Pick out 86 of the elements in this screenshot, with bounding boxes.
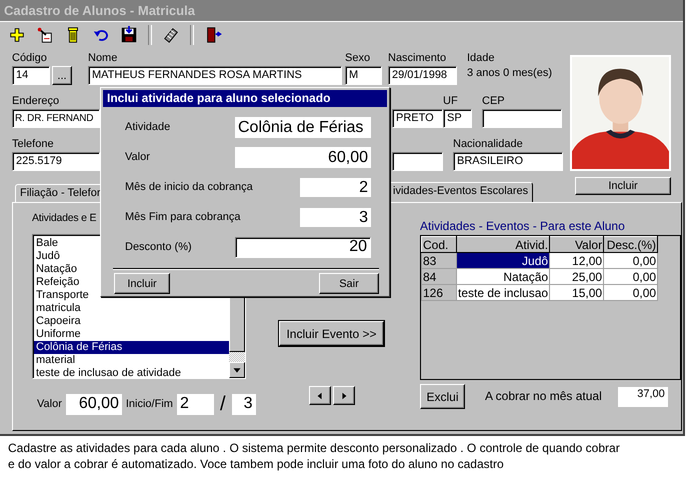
input-field[interactable] [482, 109, 562, 128]
field-label: Desconto (%) [125, 241, 192, 253]
table-cell: 83 [422, 252, 456, 268]
field-label: Atividade [125, 121, 170, 133]
caption-text: Cadastre as atividades para cada aluno . O sistema permite desconto personalizado . O controle de quando cobrar e do valor a cobrar é automatizado. Voce tambem pode incluir uma foto do aluno no cadastro [8, 440, 621, 472]
field-label: Telefone [12, 137, 55, 152]
add-icon[interactable] [8, 26, 26, 44]
input-field[interactable]: MATHEUS FERNANDES ROSA MARTINS [88, 66, 342, 85]
field-label: Idade [467, 51, 496, 66]
list-label: Atividades e E [32, 211, 96, 226]
table-cell: 25,00 [550, 268, 604, 284]
input-field[interactable]: 14 [12, 66, 50, 85]
input-field[interactable]: 2 [300, 178, 371, 196]
total-field: 37,00 [618, 386, 668, 406]
field-label: Sexo [345, 51, 372, 66]
table-cell: 15,00 [550, 284, 604, 300]
input-field[interactable]: 3 [300, 208, 371, 226]
lookup-button[interactable]: ... [52, 66, 72, 85]
field-label: Mês Fim para cobrança [125, 211, 241, 223]
column-header[interactable]: Ativid. [456, 236, 550, 252]
grid-row[interactable]: 126 teste de inclusao 15,00 0,00 [422, 284, 658, 300]
input-field[interactable]: 60,00 [66, 394, 122, 415]
field-label: Inicio/Fim [126, 397, 173, 412]
list-item[interactable]: matricula [34, 302, 229, 315]
table-cell: 84 [422, 268, 456, 284]
input-field[interactable]: 2 [176, 394, 214, 415]
table-cell: 0,00 [604, 268, 658, 284]
tools-icon[interactable] [162, 26, 180, 44]
input-field[interactable]: M [345, 66, 382, 85]
input-field[interactable]: 20 [235, 236, 371, 258]
field-label: Nascimento [388, 51, 448, 66]
grid-row[interactable]: 84 Natação 25,00 0,00 [422, 268, 658, 284]
list-item[interactable]: teste de inclusao de atividade [34, 367, 229, 380]
separator-text: / [220, 393, 226, 416]
field-label: Valor [37, 397, 62, 412]
list-item[interactable]: Uniforme [34, 328, 229, 341]
field-label: UF [443, 94, 459, 109]
dialog-button[interactable]: Sair [319, 273, 379, 294]
field-label: CEP [482, 94, 506, 109]
table-cell: teste de inclusao [456, 284, 550, 300]
table-cell: Judô [456, 252, 550, 268]
list-item[interactable]: Capoeira [34, 315, 229, 328]
input-field[interactable]: 60,00 [235, 146, 371, 168]
list-item[interactable]: Colônia de Férias [34, 341, 229, 354]
field-label: Valor [125, 151, 150, 163]
table-cell: 0,00 [604, 252, 658, 268]
list-item[interactable]: material [34, 354, 229, 367]
column-header[interactable]: Cod. [422, 236, 456, 252]
input-field[interactable]: SP [443, 109, 472, 128]
total-label: A cobrar no mês atual [485, 389, 602, 404]
include-photo-button[interactable]: Incluir [575, 177, 671, 195]
grid-title: Atividades - Eventos - Para este Aluno [420, 219, 626, 233]
field-label: Endereço [12, 94, 60, 109]
table-cell: 0,00 [604, 284, 658, 300]
input-field[interactable]: Colônia de Férias [235, 116, 371, 138]
right-arrow-icon [340, 390, 348, 400]
input-field[interactable]: R. DR. FERNAND [12, 109, 100, 128]
field-label: Nome [88, 51, 118, 66]
door-icon[interactable] [204, 26, 222, 44]
input-field[interactable] [392, 152, 443, 171]
save-icon[interactable] [120, 26, 138, 44]
field-label: Mês de inicio da cobrança [125, 181, 253, 193]
table-cell: 126 [422, 284, 456, 300]
input-field[interactable]: BRASILEIRO [453, 152, 563, 171]
dialog-title: Inclui atividade para aluno selecionado [103, 90, 387, 107]
table-cell: Natação [456, 268, 550, 284]
input-field[interactable]: PRETO [392, 109, 443, 128]
input-field[interactable]: 3 [232, 394, 256, 415]
column-header[interactable]: Desc.(%) [604, 236, 658, 252]
document-icon[interactable] [36, 26, 54, 44]
input-field[interactable]: 29/01/1998 [388, 66, 457, 85]
delete-button[interactable]: Exclui [420, 384, 465, 409]
include-event-button[interactable]: Incluir Evento >> [279, 321, 384, 346]
field-label: Código [12, 51, 48, 66]
table-cell: 12,00 [550, 252, 604, 268]
age-text: 3 anos 0 mes(es) [467, 66, 552, 80]
next-button[interactable] [333, 386, 355, 405]
window-title: Cadastro de Alunos - Matricula [0, 0, 683, 21]
grid-row[interactable]: 83 Judô 12,00 0,00 [422, 252, 658, 268]
column-header[interactable]: Valor [550, 236, 604, 252]
scroll-track[interactable] [229, 352, 245, 362]
previous-button[interactable] [309, 386, 331, 405]
field-label: Nacionalidade [453, 137, 524, 152]
dialog-button[interactable]: Incluir [114, 273, 170, 294]
left-arrow-icon [316, 390, 324, 400]
input-field[interactable]: 225.5179 [12, 152, 100, 171]
